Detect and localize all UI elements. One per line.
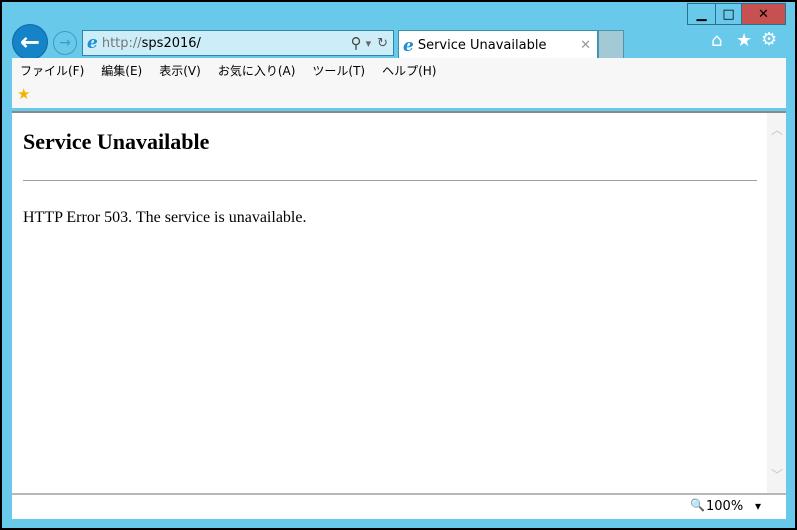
- favorites-icon[interactable]: ★: [736, 30, 752, 51]
- tab-title: Service Unavailable: [417, 38, 547, 53]
- menu-help[interactable]: ヘルプ(H): [382, 62, 436, 79]
- menu-favorites[interactable]: お気に入り(A): [218, 62, 296, 79]
- zoom-level[interactable]: 100%: [706, 499, 743, 514]
- add-to-favorites-bar-icon[interactable]: ★: [17, 85, 30, 103]
- zoom-dropdown-icon[interactable]: ▾: [755, 499, 761, 513]
- url-host: sps2016/: [141, 35, 201, 51]
- tab-close-icon[interactable]: ✕: [580, 38, 591, 53]
- back-icon: ←: [19, 28, 41, 56]
- tab-service-unavailable[interactable]: e Service Unavailable ✕: [398, 30, 598, 60]
- home-icon[interactable]: ⌂: [711, 30, 722, 51]
- status-bar: 🔍 100% ▾: [12, 493, 786, 519]
- page-content: Service Unavailable HTTP Error 503. The …: [12, 111, 767, 493]
- divider: [23, 180, 757, 181]
- vertical-scrollbar[interactable]: ︿ ﹀: [767, 111, 786, 493]
- url-prefix: http://: [101, 35, 142, 51]
- maximize-button[interactable]: □: [715, 3, 742, 25]
- menu-tools[interactable]: ツール(T): [312, 62, 365, 79]
- new-tab-button[interactable]: [598, 30, 624, 60]
- forward-button[interactable]: →: [53, 31, 77, 55]
- ie-icon: e: [403, 35, 414, 56]
- refresh-icon[interactable]: ↻: [377, 36, 388, 51]
- minimize-button[interactable]: ▁: [687, 3, 716, 25]
- ie-icon: e: [87, 33, 98, 53]
- browser-window: ▁ □ ✕ ← → e http://sps2016/ ⚲ ▾ ↻ e Serv…: [2, 2, 795, 528]
- forward-icon: →: [59, 35, 71, 51]
- close-button[interactable]: ✕: [741, 3, 786, 25]
- search-icon[interactable]: ⚲: [351, 34, 362, 52]
- menu-edit[interactable]: 編集(E): [101, 62, 142, 79]
- error-message: HTTP Error 503. The service is unavailab…: [23, 209, 307, 226]
- scroll-down-icon[interactable]: ﹀: [771, 466, 783, 483]
- page-title: Service Unavailable: [23, 129, 210, 154]
- back-button[interactable]: ←: [12, 24, 48, 60]
- menu-view[interactable]: 表示(V): [159, 62, 201, 79]
- address-bar[interactable]: e http://sps2016/ ⚲ ▾ ↻: [82, 30, 394, 56]
- zoom-icon[interactable]: 🔍: [690, 498, 705, 512]
- menu-bar: ファイル(F) 編集(E) 表示(V) お気に入り(A) ツール(T) ヘルプ(…: [12, 58, 786, 108]
- gear-icon[interactable]: ⚙: [761, 29, 777, 50]
- dropdown-icon[interactable]: ▾: [366, 37, 372, 50]
- menu-file[interactable]: ファイル(F): [20, 62, 84, 79]
- scroll-up-icon[interactable]: ︿: [771, 121, 783, 138]
